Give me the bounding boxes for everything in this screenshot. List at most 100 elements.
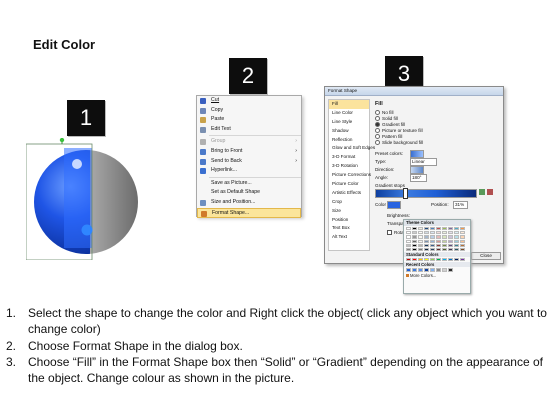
color-swatch[interactable] [436,231,441,235]
sidebar-item-3d-rotation[interactable]: 3-D Rotation [329,162,369,171]
color-swatch[interactable] [460,258,465,262]
remove-stop-icon[interactable] [487,189,493,195]
color-swatch[interactable] [418,235,423,239]
color-swatch[interactable] [454,227,459,231]
color-swatch[interactable] [442,258,447,262]
radio-picture-fill[interactable]: Picture or texture fill [375,128,423,134]
color-swatch[interactable] [442,227,447,231]
sidebar-item-line-style[interactable]: Line Style [329,118,369,127]
sidebar-item-reflection[interactable]: Reflection [329,136,369,145]
color-swatch[interactable] [418,227,423,231]
menu-item-edit-text[interactable]: Edit Text [197,125,301,135]
color-swatch[interactable] [430,268,435,272]
color-swatch[interactable] [454,239,459,243]
menu-item-size-and-position[interactable]: Size and Position... [197,198,301,208]
radio-pattern-fill[interactable]: Pattern fill [375,134,402,140]
color-swatch[interactable] [418,239,423,243]
color-swatch[interactable] [412,231,417,235]
sidebar-item-line-color[interactable]: Line Color [329,109,369,118]
color-swatch[interactable] [460,235,465,239]
color-swatch[interactable] [442,231,447,235]
color-swatch[interactable] [460,239,465,243]
menu-item-hyperlink[interactable]: Hyperlink... [197,166,301,176]
color-swatch[interactable] [448,268,453,272]
color-swatch[interactable] [424,268,429,272]
menu-item-set-default-shape[interactable]: Set as Default Shape [197,188,301,198]
selected-sphere-shape[interactable] [25,137,142,261]
radio-solid-fill[interactable]: Solid fill [375,116,398,122]
menu-item-cut[interactable]: Cut [197,96,301,106]
menu-item-group[interactable]: Group › [197,137,301,147]
sidebar-item-crop[interactable]: Crop [329,198,369,207]
color-swatch[interactable] [430,231,435,235]
color-swatch[interactable] [424,247,429,252]
color-swatch[interactable] [448,247,453,252]
color-swatch[interactable] [448,239,453,243]
color-swatch[interactable] [454,231,459,235]
color-swatch[interactable] [448,231,453,235]
color-picker-button[interactable] [387,201,401,209]
color-swatch[interactable] [424,239,429,243]
color-swatch[interactable] [406,268,411,272]
color-swatch[interactable] [430,239,435,243]
radio-no-fill[interactable]: No fill [375,110,394,116]
gradient-stops-bar[interactable] [375,189,477,198]
color-swatch[interactable] [442,243,447,247]
radio-slide-background-fill[interactable]: Slide background fill [375,140,423,146]
color-swatch[interactable] [442,235,447,239]
color-swatch[interactable] [460,231,465,235]
color-swatch[interactable] [430,258,435,262]
color-swatch[interactable] [418,231,423,235]
color-swatch[interactable] [412,247,417,252]
radio-gradient-fill[interactable]: Gradient fill [375,122,405,128]
color-swatch[interactable] [430,227,435,231]
sidebar-item-shadow[interactable]: Shadow [329,127,369,136]
sidebar-item-position[interactable]: Position [329,216,369,225]
color-swatch[interactable] [430,235,435,239]
color-swatch[interactable] [460,247,465,252]
color-swatch[interactable] [436,268,441,272]
sidebar-item-artistic-effects[interactable]: Artistic Effects [329,189,369,198]
color-swatch[interactable] [436,247,441,252]
color-swatch[interactable] [412,268,417,272]
color-swatch[interactable] [454,258,459,262]
color-swatch[interactable] [442,247,447,252]
sidebar-item-picture-color[interactable]: Picture Color [329,180,369,189]
color-swatch[interactable] [430,243,435,247]
direction-dropdown[interactable] [410,166,424,174]
menu-item-bring-to-front[interactable]: Bring to Front › [197,147,301,157]
color-swatch[interactable] [418,258,423,262]
sidebar-item-3d-format[interactable]: 3-D Format [329,153,369,162]
color-swatch[interactable] [406,231,411,235]
color-swatch[interactable] [412,243,417,247]
menu-item-copy[interactable]: Copy [197,106,301,116]
color-swatch[interactable] [424,243,429,247]
color-swatch[interactable] [436,239,441,243]
position-input[interactable]: 31% [453,201,468,209]
type-select[interactable]: Linear [410,158,437,166]
color-swatch[interactable] [442,268,447,272]
color-swatch[interactable] [454,243,459,247]
color-swatch[interactable] [436,227,441,231]
color-swatch[interactable] [448,258,453,262]
color-swatch[interactable] [418,268,423,272]
angle-input[interactable]: 180° [410,174,427,182]
sidebar-item-picture-corrections[interactable]: Picture Corrections [329,171,371,180]
color-swatch[interactable] [448,235,453,239]
color-swatch[interactable] [442,239,447,243]
sidebar-item-glow[interactable]: Glow and Soft Edges [329,144,375,153]
sidebar-item-text-box[interactable]: Text Box [329,224,369,233]
color-swatch[interactable] [406,258,411,262]
color-swatch[interactable] [448,227,453,231]
color-swatch[interactable] [424,227,429,231]
color-swatch[interactable] [460,227,465,231]
menu-item-format-shape[interactable]: Format Shape... [197,207,301,218]
color-swatch[interactable] [406,247,411,252]
menu-item-save-as-picture[interactable]: Save as Picture... [197,179,301,189]
color-swatch[interactable] [406,235,411,239]
menu-item-send-to-back[interactable]: Send to Back › [197,157,301,167]
color-swatch[interactable] [418,247,423,252]
color-swatch[interactable] [412,227,417,231]
color-swatch[interactable] [412,239,417,243]
color-swatch[interactable] [454,247,459,252]
